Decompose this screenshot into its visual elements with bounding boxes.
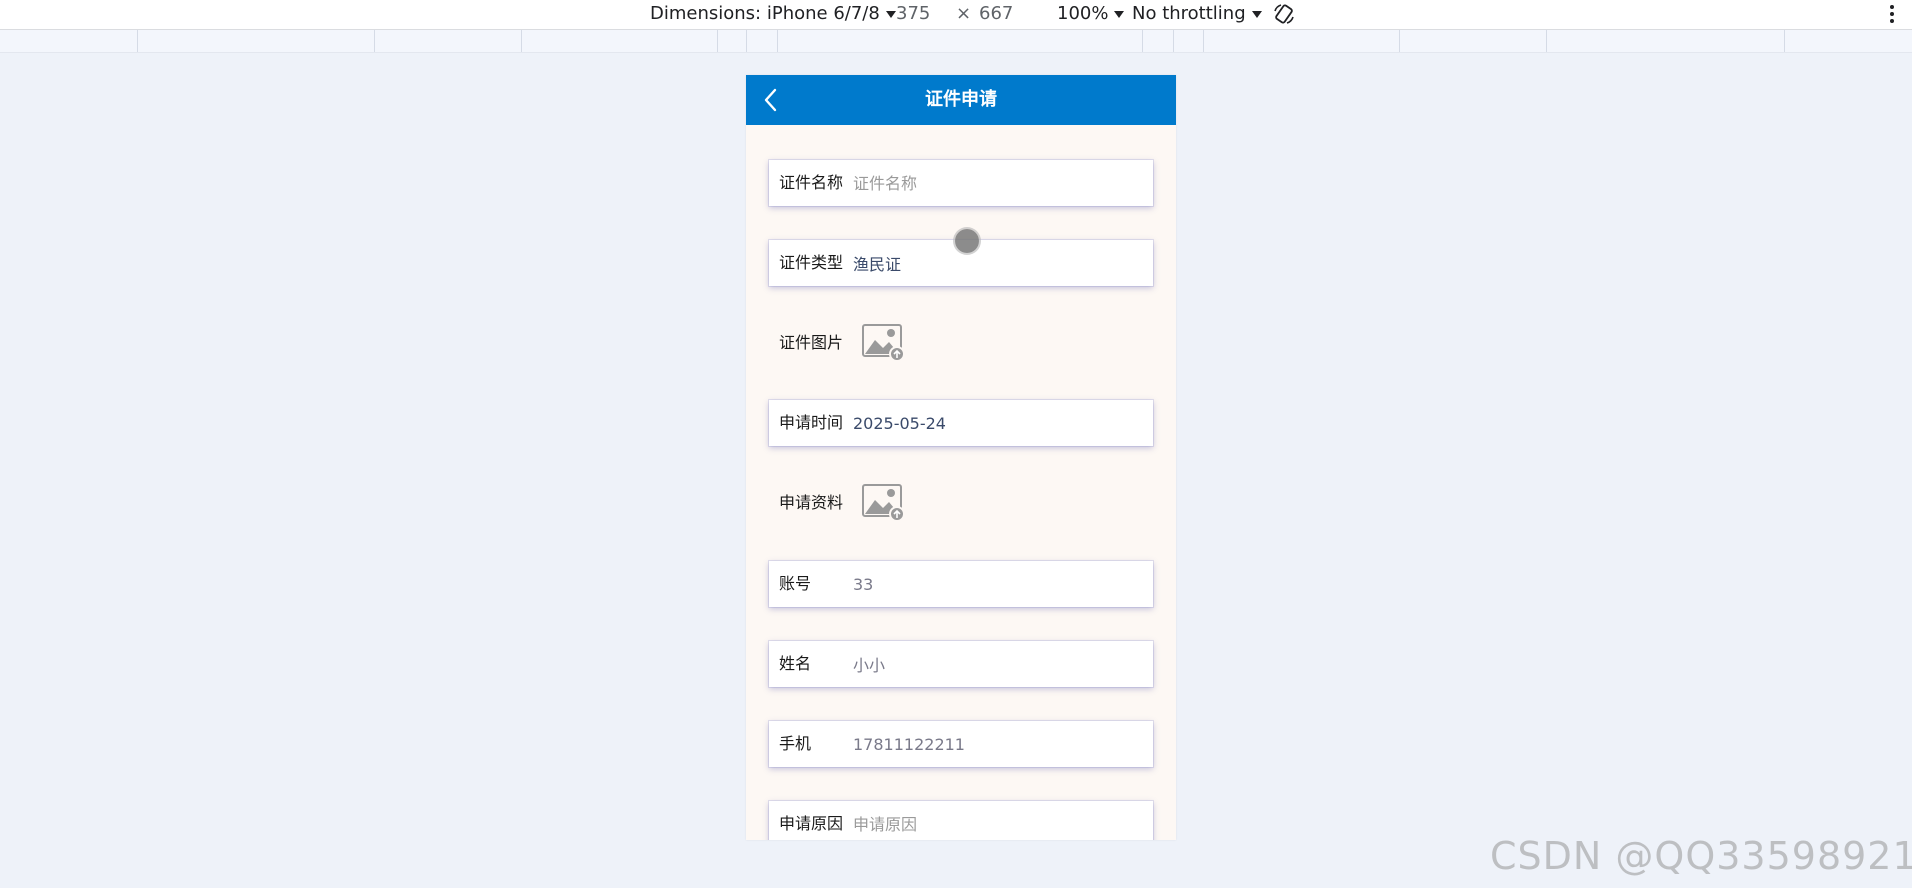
zoom-label: 100% [1057, 3, 1109, 24]
cert-name-input[interactable] [853, 166, 1143, 200]
cert-image-row: 证件图片 [769, 320, 1153, 366]
throttling-dropdown[interactable]: No throttling [1132, 3, 1262, 25]
apply-time-input[interactable] [853, 406, 1143, 440]
cert-name-label: 证件名称 [779, 173, 844, 192]
name-input[interactable] [853, 647, 1143, 681]
device-dimensions-label: Dimensions: iPhone 6/7/8 [650, 3, 880, 24]
reason-row: 申请原因 [769, 801, 1153, 840]
cert-type-input[interactable] [853, 246, 1143, 280]
csdn-watermark: CSDN @QQ3359892174 [1490, 834, 1912, 878]
ruler-tick[interactable] [1142, 30, 1143, 52]
caret-down-icon [885, 10, 896, 18]
image-upload-icon[interactable] [861, 322, 905, 362]
apply-time-label: 申请时间 [779, 413, 844, 432]
account-input[interactable] [853, 567, 1143, 601]
page-title: 证件申请 [925, 89, 997, 110]
phone-label: 手机 [779, 734, 812, 753]
ruler-tick[interactable] [746, 30, 747, 52]
cert-name-row: 证件名称 [769, 160, 1153, 206]
ruler-tick[interactable] [1399, 30, 1400, 52]
devtools-device-toolbar: Dimensions: iPhone 6/7/8 375 × 667 100% … [0, 0, 1912, 30]
throttling-label: No throttling [1132, 3, 1246, 24]
caret-down-icon [1114, 10, 1125, 18]
phone-input[interactable] [853, 727, 1143, 761]
device-width-input[interactable]: 375 [896, 3, 930, 25]
ruler-tick[interactable] [717, 30, 718, 52]
dimension-times-sign: × [956, 3, 972, 24]
mobile-viewport: 证件申请 证件名称 证件类型 证件图片 申请时间 申请资料 [746, 75, 1176, 840]
reason-input[interactable] [853, 807, 1143, 840]
touch-cursor-indicator [955, 229, 979, 253]
media-query-ruler [0, 30, 1912, 53]
zoom-dropdown[interactable]: 100% [1057, 3, 1125, 25]
account-label: 账号 [779, 574, 812, 593]
phone-row: 手机 [769, 721, 1153, 767]
caret-down-icon [1251, 10, 1262, 18]
name-row: 姓名 [769, 641, 1153, 687]
device-height-input[interactable]: 667 [979, 3, 1013, 25]
account-row: 账号 [769, 561, 1153, 607]
cert-type-label: 证件类型 [779, 253, 844, 272]
cert-image-label: 证件图片 [779, 333, 844, 352]
nav-bar: 证件申请 [746, 75, 1176, 125]
name-label: 姓名 [779, 654, 812, 673]
ruler-tick[interactable] [137, 30, 138, 52]
apply-material-label: 申请资料 [779, 493, 844, 512]
ruler-tick[interactable] [1784, 30, 1785, 52]
ruler-tick[interactable] [1173, 30, 1174, 52]
rotate-icon[interactable] [1272, 2, 1296, 26]
apply-material-row: 申请资料 [769, 480, 1153, 526]
ruler-tick[interactable] [1203, 30, 1204, 52]
device-dimensions-dropdown[interactable]: Dimensions: iPhone 6/7/8 [650, 3, 896, 25]
ruler-tick[interactable] [521, 30, 522, 52]
reason-label: 申请原因 [779, 814, 844, 833]
ruler-tick[interactable] [777, 30, 778, 52]
ruler-tick[interactable] [1546, 30, 1547, 52]
apply-time-row: 申请时间 [769, 400, 1153, 446]
ruler-tick[interactable] [374, 30, 375, 52]
image-upload-icon[interactable] [861, 482, 905, 522]
kebab-menu-icon[interactable] [1890, 4, 1896, 24]
